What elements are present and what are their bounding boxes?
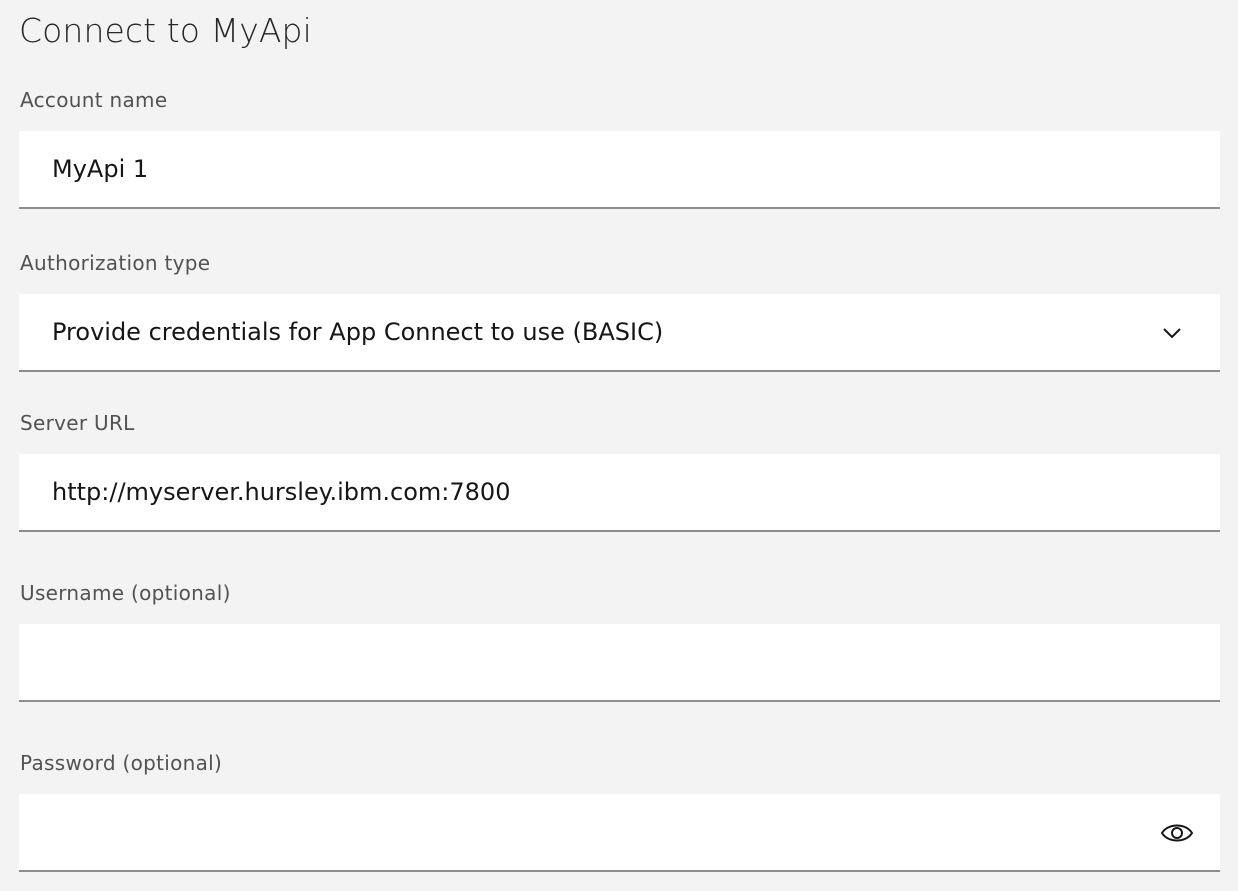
page-title: Connect to MyApi <box>19 11 312 50</box>
server-url-input[interactable] <box>19 454 1220 532</box>
authorization-type-value: Provide credentials for App Connect to u… <box>52 318 664 346</box>
connect-form: Connect to MyApi Account name Authorizat… <box>0 0 1238 891</box>
account-name-label: Account name <box>20 88 168 112</box>
authorization-type-label: Authorization type <box>20 251 211 275</box>
account-name-input[interactable] <box>19 131 1220 209</box>
chevron-down-icon <box>1163 328 1181 339</box>
username-input[interactable] <box>19 624 1220 702</box>
password-input[interactable] <box>19 794 1220 872</box>
password-field-wrapper <box>19 794 1220 872</box>
username-label: Username (optional) <box>20 581 231 605</box>
eye-icon[interactable] <box>1160 820 1194 846</box>
server-url-label: Server URL <box>20 411 135 435</box>
password-label: Password (optional) <box>20 751 223 775</box>
authorization-type-select[interactable]: Provide credentials for App Connect to u… <box>19 294 1220 372</box>
